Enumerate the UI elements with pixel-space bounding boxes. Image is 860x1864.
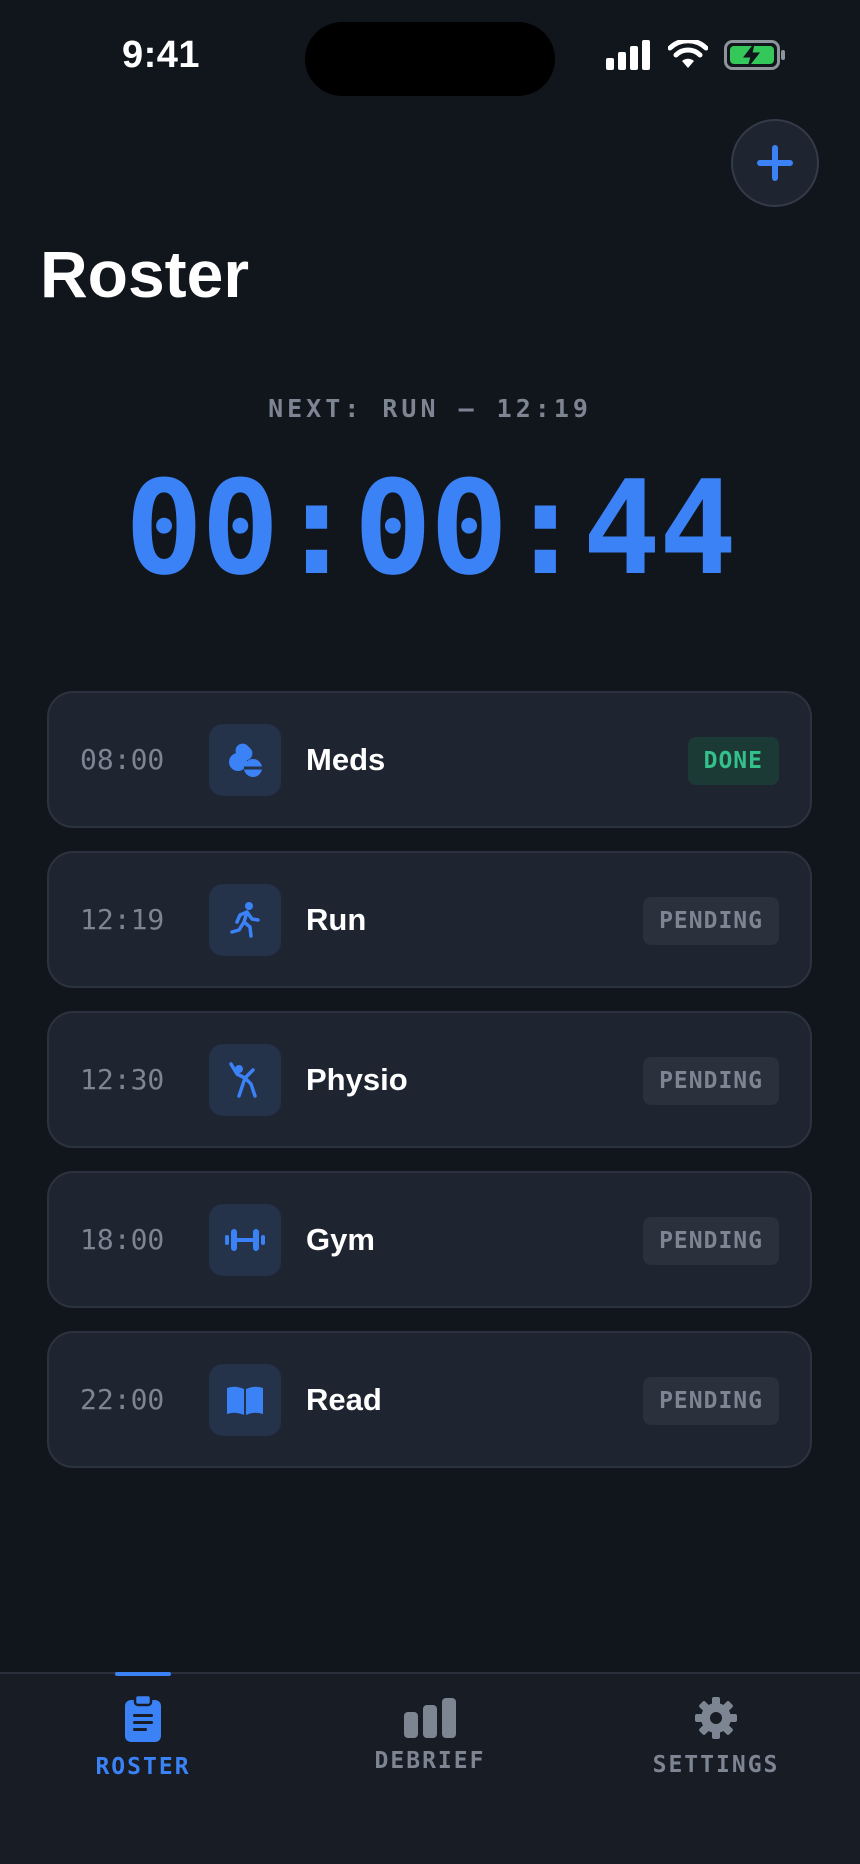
runner-icon xyxy=(230,902,260,938)
task-time: 12:30 xyxy=(80,1063,165,1096)
task-time: 08:00 xyxy=(80,743,165,776)
tab-debrief[interactable]: DEBRIEF xyxy=(287,1674,573,1824)
task-name: Run xyxy=(306,902,367,937)
task-time: 18:00 xyxy=(80,1223,165,1256)
roster-screen: 9:41 Roster NEXT: RUN — 12:19 00:00:44 0… xyxy=(0,0,860,1864)
dynamic-island xyxy=(305,22,555,96)
add-button[interactable] xyxy=(731,119,819,207)
book-icon xyxy=(227,1386,263,1415)
countdown-timer: 00:00:44 xyxy=(124,452,737,604)
tab-settings[interactable]: SETTINGS xyxy=(573,1674,859,1824)
task-card-run[interactable]: 12:19 Run PENDING xyxy=(47,851,812,988)
task-icon-container xyxy=(209,884,281,956)
task-time: 22:00 xyxy=(80,1383,165,1416)
next-task-label: NEXT: RUN — 12:19 xyxy=(268,394,592,423)
plus-icon xyxy=(757,145,793,181)
task-card-gym[interactable]: 18:00 Gym PENDING xyxy=(47,1171,812,1308)
status-bar: 9:41 xyxy=(0,0,860,116)
task-list: 08:00 Meds DONE 12:19 Run PENDING 12:30 … xyxy=(47,691,812,1491)
task-icon-container xyxy=(209,1044,281,1116)
task-icon-container xyxy=(209,1364,281,1436)
task-name: Read xyxy=(306,1382,382,1417)
status-time: 9:41 xyxy=(122,34,201,76)
wifi-icon xyxy=(668,40,708,68)
task-name: Physio xyxy=(306,1062,408,1097)
pill-icon xyxy=(229,743,262,777)
status-badge: PENDING xyxy=(643,1377,779,1425)
status-badge: PENDING xyxy=(643,1057,779,1105)
clipboard-icon xyxy=(125,1694,161,1742)
tab-label: DEBRIEF xyxy=(374,1748,486,1774)
task-name: Meds xyxy=(306,742,386,777)
battery-charging-icon xyxy=(724,40,785,70)
tab-roster[interactable]: ROSTER xyxy=(0,1672,286,1824)
status-badge: PENDING xyxy=(643,897,779,945)
stretch-icon xyxy=(229,1062,257,1098)
task-icon-container xyxy=(209,1204,281,1276)
bar-chart-icon xyxy=(404,1698,456,1738)
status-badge: PENDING xyxy=(643,1217,779,1265)
page-title: Roster xyxy=(40,237,250,311)
tab-bar: ROSTER DEBRIEF SETTINGS xyxy=(0,1672,860,1864)
task-icon-container xyxy=(209,724,281,796)
task-time: 12:19 xyxy=(80,903,165,936)
task-name: Gym xyxy=(306,1222,375,1257)
tab-label: ROSTER xyxy=(95,1754,191,1780)
task-card-physio[interactable]: 12:30 Physio PENDING xyxy=(47,1011,812,1148)
status-icons xyxy=(606,40,786,70)
dumbbell-icon xyxy=(225,1229,265,1251)
cellular-signal-icon xyxy=(606,40,650,70)
task-card-read[interactable]: 22:00 Read PENDING xyxy=(47,1331,812,1468)
active-tab-indicator xyxy=(115,1672,171,1676)
tab-label: SETTINGS xyxy=(652,1752,780,1778)
gear-icon xyxy=(695,1697,737,1739)
task-card-meds[interactable]: 08:00 Meds DONE xyxy=(47,691,812,828)
status-badge: DONE xyxy=(687,737,779,785)
